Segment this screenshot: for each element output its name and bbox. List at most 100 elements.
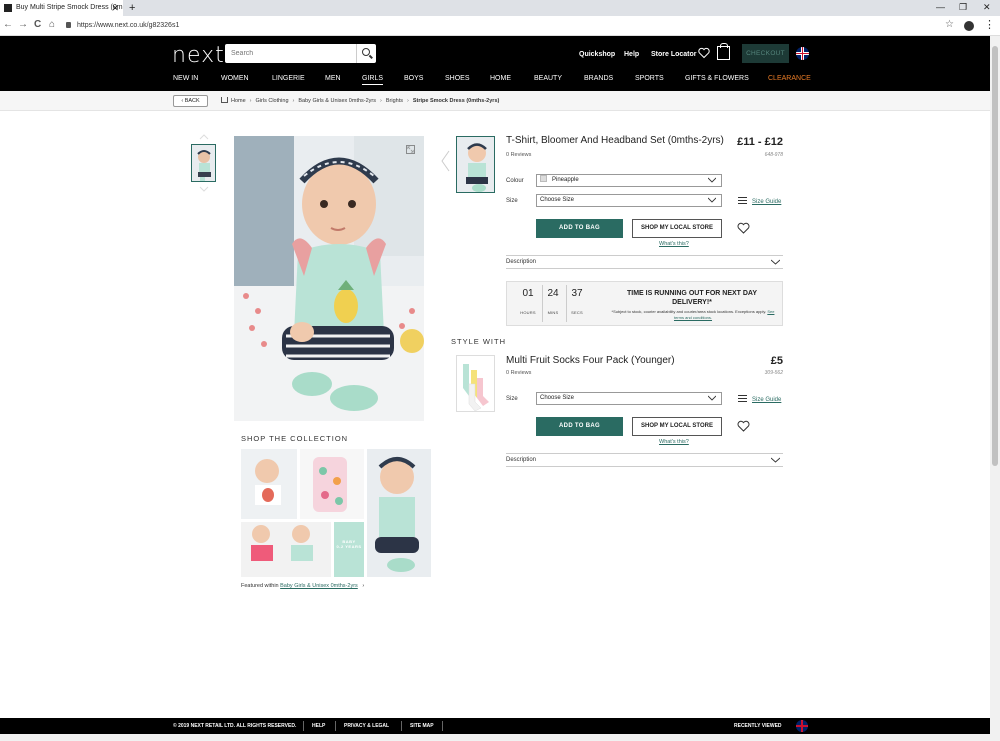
colour-swatch [540,175,547,182]
size-guide-link[interactable]: Size Guide [738,395,781,403]
uk-flag-icon[interactable] [796,720,808,732]
size-select[interactable]: Choose Size [536,392,722,405]
nav-girls[interactable]: GIRLS [362,75,384,85]
url-field[interactable]: https://www.next.co.uk/g82326s1 [66,19,946,33]
page-scrollbar[interactable] [990,36,1000,734]
crumb-girls-clothing[interactable]: Girls Clothing [256,98,289,104]
description-toggle[interactable]: Description [506,255,783,269]
nav-new-in[interactable]: NEW IN [173,75,198,82]
breadcrumb-bar: ‹ BACK Home › Girls Clothing › Baby Girls & … [0,91,990,111]
site-header: next Quickshop Help Store Locator CHECKO… [0,36,990,91]
product2-title[interactable]: Multi Fruit Socks Four Pack (Younger) [506,355,675,366]
address-bar: ← → C ⌂ https://www.next.co.uk/g82326s1 … [0,16,1000,36]
footer-divider [401,721,402,731]
product2-reviews[interactable]: 0 Reviews [506,370,531,376]
featured-link[interactable]: Baby Girls & Unisex 0mths-2yrs [280,583,358,589]
footer-sitemap-link[interactable]: SITE MAP [410,723,434,729]
browser-tab-bar: Buy Multi Stripe Smock Dress (0m ✕ + — ❐… [0,0,1000,16]
back-button[interactable]: ‹ BACK [173,95,208,107]
colour-select[interactable]: Pineapple [536,174,722,187]
gallery-thumbnail[interactable] [191,144,216,182]
nav-lingerie[interactable]: LINGERIE [272,75,305,82]
next-logo[interactable]: next [172,43,225,68]
crumb-home[interactable]: Home [231,98,246,104]
save-favourite-heart-icon[interactable] [737,222,750,234]
nav-beauty[interactable]: BEAUTY [534,75,562,82]
nav-women[interactable]: WOMEN [221,75,249,82]
product1-title[interactable]: T-Shirt, Bloomer And Headband Set (0mths… [506,135,724,146]
size-guide-link[interactable]: Size Guide [738,197,781,205]
shop-local-store-button[interactable]: SHOP MY LOCAL STORE [632,219,722,238]
quickshop-link[interactable]: Quickshop [579,51,615,58]
restore-icon[interactable]: ❐ [959,0,967,14]
tab-close-icon[interactable]: ✕ [111,0,119,16]
footer-help-link[interactable]: HELP [312,723,325,729]
timer-hours: 01 HOURS [520,288,536,315]
whats-this-link[interactable]: What's this? [659,241,689,247]
delivery-countdown: 01 HOURS 24 MINS 37 SECS TIME IS RUNNING OU… [506,281,783,326]
crumb-brights[interactable]: Brights [386,98,403,104]
expand-image-icon[interactable] [406,145,415,154]
nav-shoes[interactable]: SHOES [445,75,470,82]
footer-divider [442,721,443,731]
product2-thumbnail[interactable] [456,355,495,412]
footer-divider [335,721,336,731]
nav-clearance[interactable]: CLEARANCE [768,75,811,82]
add-to-bag-button[interactable]: ADD TO BAG [536,219,623,238]
bookmark-star-icon[interactable]: ☆ [945,19,954,30]
help-link[interactable]: Help [624,51,639,58]
timer-secs: 37 SECS [571,288,583,315]
thumbs-up-arrow-icon[interactable] [199,134,209,140]
scrollbar-thumb[interactable] [992,46,998,466]
main-product-image[interactable] [234,136,424,421]
search-button[interactable] [356,44,376,63]
favourites-heart-icon[interactable] [698,47,710,59]
product2-price: £5 [770,355,783,367]
description-toggle[interactable]: Description [506,453,783,467]
carousel-prev-arrow-icon[interactable] [441,150,450,172]
chevron-right-icon: › [406,98,409,104]
colour-value: Pineapple [552,177,579,183]
crumb-current: Stripe Smock Dress (0mths-2yrs) [412,98,500,104]
featured-within: Featured within Baby Girls & Unisex 0mth… [241,583,364,589]
store-locator-link[interactable]: Store Locator [651,51,697,58]
product1-reviews[interactable]: 0 Reviews [506,152,531,158]
save-favourite-heart-icon[interactable] [737,420,750,432]
footer-privacy-link[interactable]: PRIVACY & LEGAL [344,723,389,729]
profile-avatar-icon[interactable] [964,21,974,31]
main-navigation: NEW IN WOMEN LINGERIE MEN GIRLS BOYS SHO… [0,75,990,89]
back-arrow-icon[interactable]: ← [3,19,13,30]
checkout-button[interactable]: CHECKOUT [742,44,789,63]
nav-home[interactable]: HOME [490,75,511,82]
shop-local-store-button[interactable]: SHOP MY LOCAL STORE [632,417,722,436]
nav-sports[interactable]: SPORTS [635,75,664,82]
home-icon[interactable] [221,97,228,103]
recently-viewed-link[interactable]: RECENTLY VIEWED [734,723,782,729]
crumb-baby-girls[interactable]: Baby Girls & Unisex 0mths-2yrs [298,98,376,104]
nav-brands[interactable]: BRANDS [584,75,613,82]
chevron-down-icon [771,259,780,265]
size-select[interactable]: Choose Size [536,194,722,207]
nav-boys[interactable]: BOYS [404,75,423,82]
nav-gifts-flowers[interactable]: GIFTS & FLOWERS [685,75,749,82]
browser-tab[interactable]: Buy Multi Stripe Smock Dress (0m ✕ [0,0,123,16]
uk-flag-icon[interactable] [796,47,809,60]
shopping-bag-icon[interactable] [717,43,730,60]
minimize-icon[interactable]: — [936,0,945,14]
timer-divider [566,285,567,322]
nav-men[interactable]: MEN [325,75,341,82]
thumbs-down-arrow-icon[interactable] [199,186,209,192]
browser-menu-icon[interactable]: ⋮ [984,18,995,31]
window-close-icon[interactable]: ✕ [983,0,991,14]
new-tab-button[interactable]: + [129,0,135,16]
reload-icon[interactable]: C [34,19,41,30]
size-label: Size [506,198,518,204]
size-placeholder: Choose Size [540,395,575,401]
search-input[interactable] [225,44,355,63]
forward-arrow-icon[interactable]: → [18,19,28,30]
add-to-bag-button[interactable]: ADD TO BAG [536,417,623,436]
home-icon[interactable]: ⌂ [49,19,55,30]
product1-thumbnail[interactable] [456,136,495,193]
whats-this-link[interactable]: What's this? [659,439,689,445]
chevron-down-icon [708,197,716,203]
